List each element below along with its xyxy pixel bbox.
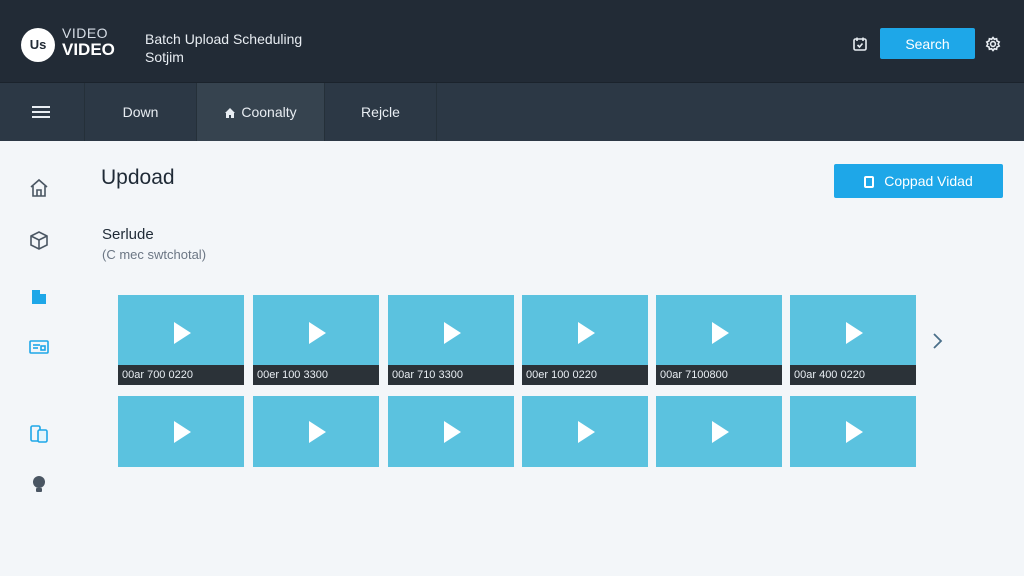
tab-rejcle[interactable]: Rejcle xyxy=(324,83,437,141)
calendar-icon[interactable] xyxy=(852,36,868,52)
app-title-line-1: Batch Upload Scheduling xyxy=(145,31,303,47)
package-icon[interactable] xyxy=(28,229,50,251)
video-thumbnail[interactable]: 00er 100 3300 xyxy=(253,295,379,385)
play-icon xyxy=(578,421,595,443)
upload-video-button[interactable]: Coppad Vidad xyxy=(834,164,1003,198)
play-icon xyxy=(846,322,863,344)
lightbulb-icon[interactable] xyxy=(28,473,50,495)
home-icon[interactable] xyxy=(28,177,50,199)
page-title: Updoad xyxy=(101,166,175,189)
video-caption: 00ar 400 0220 xyxy=(790,365,916,385)
play-icon xyxy=(846,421,863,443)
app-title-line-2: Sotjim xyxy=(145,49,184,65)
tab-coonalty[interactable]: Coonalty xyxy=(196,83,324,141)
home-icon xyxy=(224,85,236,143)
document-icon[interactable] xyxy=(28,286,50,308)
section-title: Serlude xyxy=(102,226,154,243)
play-icon xyxy=(174,421,191,443)
nav-bar: Down Coonalty Rejcle xyxy=(0,82,1024,141)
tab-down[interactable]: Down xyxy=(84,83,196,141)
settings-icon[interactable] xyxy=(985,36,1001,52)
logo-badge: Us xyxy=(21,28,55,62)
chevron-right-icon[interactable] xyxy=(929,331,945,351)
video-thumbnail[interactable] xyxy=(253,396,379,467)
video-thumbnail[interactable] xyxy=(118,396,244,467)
search-button[interactable]: Search xyxy=(880,28,975,59)
video-thumbnail[interactable]: 00ar 400 0220 xyxy=(790,295,916,385)
video-caption: 00ar 710 3300 xyxy=(388,365,514,385)
video-thumbnail[interactable] xyxy=(790,396,916,467)
play-icon xyxy=(309,421,326,443)
logo-line-2: VIDEO xyxy=(62,40,115,59)
play-icon xyxy=(174,322,191,344)
tab-label: Rejcle xyxy=(361,104,400,120)
video-thumbnail[interactable]: 00ar 710 3300 xyxy=(388,295,514,385)
play-icon xyxy=(712,421,729,443)
play-icon xyxy=(309,322,326,344)
upload-icon xyxy=(864,176,875,188)
video-thumbnail[interactable] xyxy=(522,396,648,467)
video-thumbnail[interactable] xyxy=(388,396,514,467)
app-title: Batch Upload Scheduling Sotjim xyxy=(145,30,302,66)
menu-icon[interactable] xyxy=(32,103,50,119)
play-icon xyxy=(444,322,461,344)
logo-line-1: VIDEO xyxy=(62,25,109,41)
tab-label: Coonalty xyxy=(241,104,297,120)
play-icon xyxy=(712,322,729,344)
play-icon xyxy=(578,322,595,344)
play-icon xyxy=(444,421,461,443)
top-header: Us VIDEO VIDEO Batch Upload Scheduling S… xyxy=(0,0,1024,82)
section-subtitle: (C mec swtchotal) xyxy=(102,247,207,262)
video-caption: 00er 100 3300 xyxy=(253,365,379,385)
video-caption: 00ar 700 0220 xyxy=(118,365,244,385)
video-thumbnail[interactable]: 00ar 7100800 xyxy=(656,295,782,385)
tab-label: Down xyxy=(122,104,159,120)
logo-text: VIDEO VIDEO xyxy=(62,26,115,58)
monitor-icon[interactable] xyxy=(28,337,50,359)
video-caption: 00er 100 0220 xyxy=(522,365,648,385)
video-thumbnail[interactable] xyxy=(656,396,782,467)
video-thumbnail[interactable]: 00ar 700 0220 xyxy=(118,295,244,385)
video-caption: 00ar 7100800 xyxy=(656,365,782,385)
devices-icon[interactable] xyxy=(28,423,50,445)
video-thumbnail[interactable]: 00er 100 0220 xyxy=(522,295,648,385)
upload-button-label: Coppad Vidad xyxy=(884,173,973,189)
